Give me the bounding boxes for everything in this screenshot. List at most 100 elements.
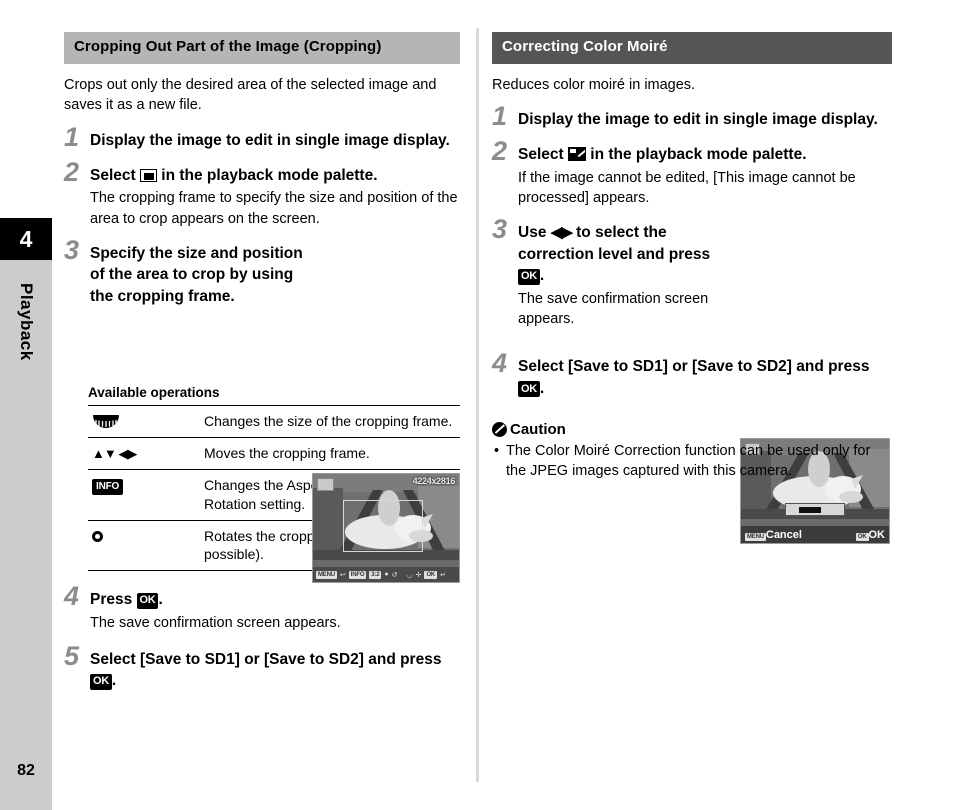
lcd-mode-icon bbox=[317, 478, 334, 491]
lcd-move-icon: ✛ bbox=[415, 571, 422, 579]
step-title: Select [Save to SD1] or [Save to SD2] an… bbox=[518, 356, 892, 399]
lcd-back-icon: ↩ bbox=[339, 571, 346, 579]
green-button-icon bbox=[92, 530, 103, 542]
step-title-before: Select bbox=[518, 146, 564, 164]
lcd-info-badge: INFO bbox=[348, 570, 367, 579]
lcd-dial-icon: ◡ bbox=[406, 571, 413, 579]
step-note: The save confirmation screen appears. bbox=[90, 614, 341, 631]
table-row: Changes the size of the cropping frame. bbox=[88, 405, 460, 438]
step-note: The save confirmation screen appears. bbox=[518, 290, 709, 328]
caution-title: Caution bbox=[510, 421, 566, 439]
chapter-side-tab: 4 Playback 82 bbox=[0, 0, 52, 810]
step-number: 2 bbox=[492, 136, 508, 167]
step-title-before: Press bbox=[90, 591, 133, 609]
step-title-mid: to select the correction level and press bbox=[518, 224, 711, 264]
section-intro-color-moire: Reduces color moiré in images. bbox=[492, 76, 696, 93]
table-row: ▲▼ ◀▶ Moves the cropping frame. bbox=[88, 436, 460, 470]
lcd-ok-badge: OK bbox=[855, 532, 869, 541]
lcd-correction-level-slider[interactable] bbox=[785, 503, 845, 517]
chapter-number-box: 4 bbox=[0, 218, 52, 260]
step-title-after: . bbox=[539, 379, 545, 397]
section-header-cropping: Cropping Out Part of the Image (Cropping… bbox=[64, 32, 460, 64]
step-title-after: in the playback mode palette. bbox=[161, 167, 378, 185]
lcd-rotate-icon: ↺ bbox=[391, 571, 398, 579]
lcd-ok-group: OK OK bbox=[855, 528, 886, 541]
step-1-cropping: 1 Display the image to edit in single im… bbox=[64, 123, 460, 151]
section-intro-cropping: Crops out only the desired area of the s… bbox=[64, 76, 437, 114]
step-title-after: . bbox=[539, 267, 545, 285]
step-title: Display the image to edit in single imag… bbox=[518, 111, 878, 129]
color-moire-icon bbox=[567, 147, 586, 162]
step-number: 3 bbox=[64, 235, 80, 265]
caution-heading: Caution bbox=[492, 421, 892, 438]
left-right-arrows-icon: ◀▶ bbox=[550, 224, 573, 242]
lcd-menu-badge: MENU bbox=[745, 532, 766, 541]
operation-desc-cell: Moves the cropping frame. bbox=[200, 436, 460, 470]
step-number: 4 bbox=[64, 581, 80, 612]
step-title-before: Select [Save to SD1] or [Save to SD2] an… bbox=[518, 358, 870, 376]
available-operations-title: Available operations bbox=[88, 385, 220, 400]
lcd-cropping-frame bbox=[343, 500, 423, 552]
lcd-green-button-icon: ● bbox=[384, 571, 389, 578]
step-number: 1 bbox=[64, 121, 80, 152]
step-title: Use ◀▶ to select the correction level an… bbox=[518, 222, 733, 286]
step-title-before: Select [Save to SD1] or [Save to SD2] an… bbox=[90, 651, 442, 669]
info-badge-icon: INFO bbox=[92, 478, 124, 495]
ok-badge-icon: OK bbox=[518, 268, 540, 285]
chapter-number: 4 bbox=[19, 225, 33, 252]
lcd-bottom-bar: MENU Cancel OK OK bbox=[741, 526, 889, 544]
lcd-resolution-label: 4224x2816 bbox=[412, 476, 456, 486]
section-header-color-moire: Correcting Color Moiré bbox=[492, 32, 892, 64]
step-title-before: Use bbox=[518, 224, 547, 242]
lcd-cancel-label: Cancel bbox=[765, 528, 802, 541]
left-column: Cropping Out Part of the Image (Cropping… bbox=[64, 32, 460, 692]
step-1-moire: 1 Display the image to edit in single im… bbox=[492, 103, 892, 130]
column-divider bbox=[476, 28, 479, 782]
step-title-after: . bbox=[111, 672, 117, 690]
step-note: The cropping frame to specify the size a… bbox=[90, 190, 458, 227]
step-4-moire: 4 Select [Save to SD1] or [Save to SD2] … bbox=[492, 350, 892, 399]
operation-desc-cell: Changes the size of the cropping frame. bbox=[200, 405, 460, 438]
step-title: Press OK. bbox=[90, 589, 460, 610]
step-2-cropping: 2 Select in the playback mode palette. T… bbox=[64, 159, 460, 229]
page-number: 82 bbox=[17, 762, 35, 779]
operation-key-cell bbox=[88, 519, 200, 572]
e-dial-icon bbox=[92, 414, 120, 428]
camera-lcd-cropping-screenshot: 4224x2816 MENU ↩ INFO 3:2 ● ↺ ◡ ✛ OK ↵ bbox=[312, 473, 460, 583]
step-title: Specify the size and position of the are… bbox=[90, 245, 303, 305]
caution-item: • The Color Moiré Correction function ca… bbox=[492, 441, 892, 482]
caution-item-text: The Color Moiré Correction function can … bbox=[506, 443, 871, 480]
four-way-arrows-icon: ▲▼ ◀▶ bbox=[92, 445, 137, 461]
step-number: 5 bbox=[64, 641, 80, 672]
step-title: Select [Save to SD1] or [Save to SD2] an… bbox=[90, 649, 460, 692]
bullet-icon: • bbox=[494, 443, 500, 460]
step-note: If the image cannot be edited, [This ima… bbox=[518, 169, 856, 207]
operation-key-cell bbox=[88, 405, 200, 438]
crop-icon bbox=[139, 169, 157, 183]
lcd-enter-icon: ↵ bbox=[440, 571, 446, 579]
right-column: Correcting Color Moiré Reduces color moi… bbox=[492, 32, 892, 545]
step-4-cropping: 4 Press OK. The save confirmation screen… bbox=[64, 583, 460, 633]
lcd-ok-badge: OK bbox=[424, 570, 438, 579]
step-title-after: . bbox=[158, 591, 163, 609]
step-number: 1 bbox=[492, 101, 508, 132]
lcd-menu-badge: MENU bbox=[316, 570, 337, 579]
step-3-moire: 3 Use ◀▶ to select the correction level … bbox=[492, 216, 892, 545]
ok-badge-icon: OK bbox=[90, 673, 112, 690]
step-3-cropping: 3 Specify the size and position of the a… bbox=[64, 237, 460, 583]
step-title-before: Select bbox=[90, 167, 136, 185]
lcd-aspect-badge: 3:2 bbox=[369, 570, 382, 579]
caution-icon bbox=[492, 422, 507, 438]
step-title: Display the image to edit in single imag… bbox=[90, 131, 450, 149]
ok-badge-icon: OK bbox=[518, 381, 540, 398]
step-5-cropping: 5 Select [Save to SD1] or [Save to SD2] … bbox=[64, 643, 460, 692]
step-number: 4 bbox=[492, 348, 508, 379]
step-title-after: in the playback mode palette. bbox=[590, 146, 807, 164]
step-number: 3 bbox=[492, 214, 508, 245]
lcd-bottom-bar: MENU ↩ INFO 3:2 ● ↺ ◡ ✛ OK ↵ bbox=[313, 567, 459, 582]
step-number: 2 bbox=[64, 157, 80, 188]
step-2-moire: 2 Select in the playback mode palette. I… bbox=[492, 138, 892, 208]
lcd-ok-label: OK bbox=[868, 528, 886, 541]
step-title: Select in the playback mode palette. bbox=[90, 165, 460, 186]
step-title: Select in the playback mode palette. bbox=[518, 144, 892, 165]
